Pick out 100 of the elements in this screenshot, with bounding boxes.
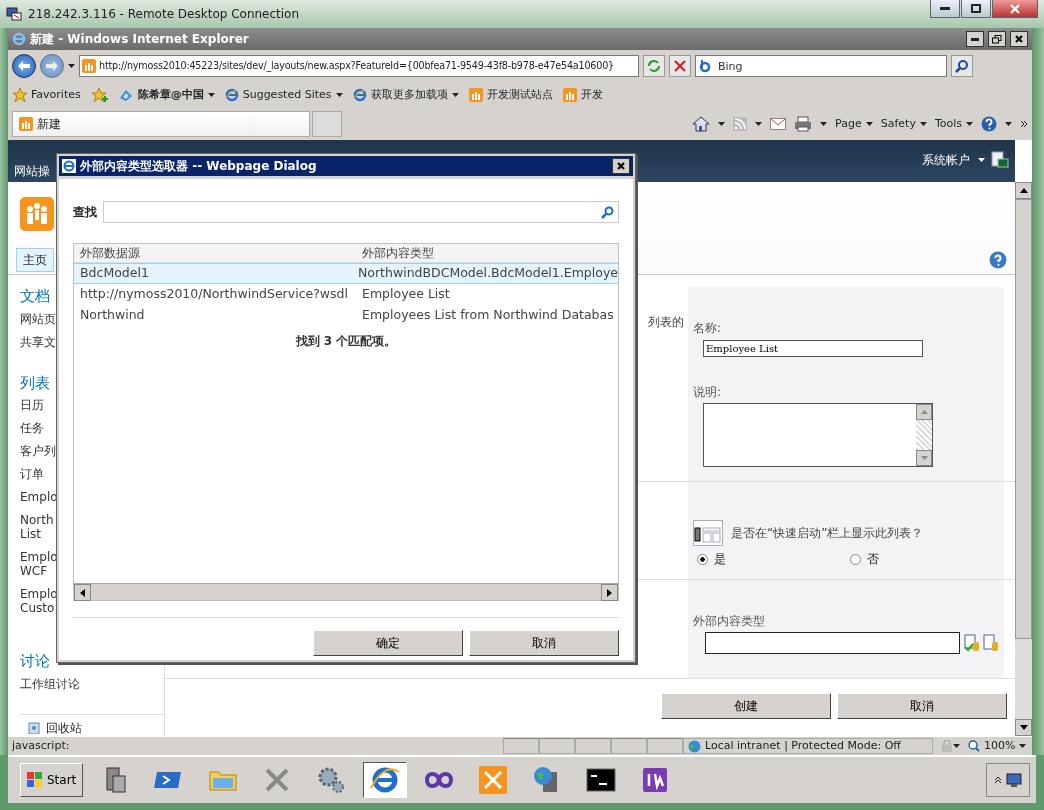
table-row[interactable]: BdcModel1 NorthwindBDCModel.BdcModel1.Employe	[74, 263, 618, 284]
menu-button[interactable]: Page	[835, 115, 873, 133]
search-field[interactable]: Bing	[695, 55, 947, 77]
maximize-icon	[971, 4, 981, 13]
nav-link[interactable]: Emplo Custo	[20, 587, 58, 615]
status-pane	[539, 738, 575, 754]
form-button[interactable]: 取消	[837, 693, 1007, 719]
caret-icon	[966, 122, 973, 126]
nav-link[interactable]: 网站页	[20, 311, 56, 326]
print-icon[interactable]	[794, 116, 813, 132]
help-icon[interactable]	[989, 250, 1007, 269]
recycle-bin-link[interactable]: 回收站	[46, 718, 82, 736]
caret-icon	[68, 64, 75, 68]
search-button[interactable]	[951, 55, 973, 77]
nav-link[interactable]: Emplo WCF	[20, 550, 58, 578]
description-text: 列表的	[648, 315, 684, 329]
restore-icon	[992, 34, 1002, 44]
caret-icon	[1019, 743, 1027, 748]
nav-link[interactable]: 工作组讨论	[20, 676, 80, 691]
restore-button[interactable]	[988, 31, 1006, 47]
site-icon	[562, 88, 577, 102]
globe-icon	[688, 739, 701, 753]
taskbar-button[interactable]	[363, 762, 408, 798]
favorite-link[interactable]: Suggested Sites	[224, 86, 343, 104]
nav-link[interactable]: 任务	[20, 421, 44, 435]
caret-icon	[755, 122, 763, 126]
site-actions-menu[interactable]: 网站操	[14, 162, 50, 180]
nav-link[interactable]: 订单	[20, 467, 44, 481]
close-button[interactable]	[1010, 31, 1028, 47]
favorite-link[interactable]: 开发测试站点	[468, 86, 553, 104]
nav-link[interactable]: 共享文	[20, 334, 56, 349]
nav-link[interactable]: North List	[20, 513, 54, 541]
nav-link[interactable]: Emplo	[20, 490, 58, 504]
favorite-link[interactable]: 陈希章@中国	[117, 86, 215, 104]
vertical-scrollbar[interactable]	[1015, 182, 1032, 736]
minimize-button[interactable]	[966, 31, 984, 47]
radio-option[interactable]: 是	[693, 550, 846, 568]
search-icon	[955, 59, 969, 73]
radio-option[interactable]: 否	[846, 550, 999, 568]
site-icon	[468, 88, 483, 102]
search-field[interactable]	[103, 201, 619, 223]
dialog-button[interactable]: 确定	[313, 630, 463, 656]
field-label: 外部内容类型	[693, 613, 766, 630]
favorite-link[interactable]: 获取更多加载项	[352, 86, 459, 104]
name-field[interactable]: Employee List	[703, 340, 923, 357]
refresh-icon	[647, 59, 661, 73]
scroll-up-icon[interactable]	[1019, 188, 1028, 193]
mail-icon[interactable]	[770, 118, 787, 130]
caret-icon	[718, 122, 726, 126]
zoom-level[interactable]: 100%	[984, 737, 1016, 755]
minimize-button[interactable]	[930, 0, 960, 18]
nav-link[interactable]: 日历	[20, 398, 44, 412]
search-icon[interactable]	[601, 205, 614, 219]
stop-button[interactable]	[669, 55, 691, 77]
remote-desktop-icon	[6, 6, 22, 22]
form-button[interactable]: 创建	[661, 693, 831, 719]
caret-icon	[978, 158, 985, 162]
scroll-down-icon[interactable]	[1019, 725, 1028, 730]
maximize-button[interactable]	[961, 0, 991, 18]
menu-button[interactable]: Safety	[880, 115, 927, 133]
table-row[interactable]: http://nymoss2010/NorthwindService?wsdl Employee List	[74, 284, 618, 305]
zoom-icon[interactable]	[968, 740, 980, 752]
dialog-button[interactable]: 取消	[469, 630, 619, 656]
check-database-icon[interactable]	[963, 634, 980, 652]
user-menu[interactable]: 系统帐户	[922, 151, 985, 169]
close-icon	[1015, 35, 1023, 43]
menu-button[interactable]: Tools	[934, 115, 973, 133]
status-pane	[611, 738, 647, 754]
forward-button[interactable]	[40, 54, 64, 78]
ie-icon	[62, 159, 76, 173]
status-pane	[647, 738, 683, 754]
list-layout-icon	[693, 520, 723, 546]
help-icon[interactable]	[981, 116, 997, 132]
caret-icon	[919, 122, 927, 126]
start-button[interactable]: Start	[20, 763, 84, 797]
favorites-button[interactable]: Favorites	[12, 85, 82, 105]
close-button[interactable]	[612, 158, 630, 174]
nav-tab[interactable]: 主页	[16, 247, 54, 272]
refresh-button[interactable]	[643, 55, 665, 77]
table-row[interactable]: Northwind Employees List from Northwind Databas	[74, 305, 618, 326]
close-icon	[674, 60, 686, 72]
back-button[interactable]	[12, 54, 36, 78]
address-field[interactable]: http://nymoss2010:45223/sites/dev/_layouts/new.aspx?FeatureId={00bfea71-9549-43f8-b978-e47e54a10600}	[79, 55, 639, 77]
chevron-icon[interactable]	[994, 776, 1002, 784]
scroll-right-icon[interactable]	[607, 588, 612, 597]
table-cell: BdcModel1	[80, 265, 149, 281]
nav-link[interactable]: 客户列	[20, 444, 56, 458]
caret-icon	[820, 122, 828, 126]
content-type-field[interactable]	[705, 632, 960, 654]
browser-tab[interactable]: 新建	[12, 111, 310, 137]
window-title: 218.242.3.116 - Remote Desktop Connection	[28, 6, 300, 23]
home-icon[interactable]	[692, 116, 711, 132]
minimize-icon	[940, 7, 950, 10]
favorite-link[interactable]: 开发	[562, 86, 603, 104]
scroll-left-icon[interactable]	[80, 588, 85, 597]
column-header: 外部内容类型	[362, 246, 434, 260]
ie-icon	[12, 32, 26, 46]
scroll-thumb[interactable]	[1015, 199, 1032, 639]
horizontal-scrollbar[interactable]	[74, 583, 618, 600]
chevron-icon[interactable]	[1020, 120, 1028, 128]
